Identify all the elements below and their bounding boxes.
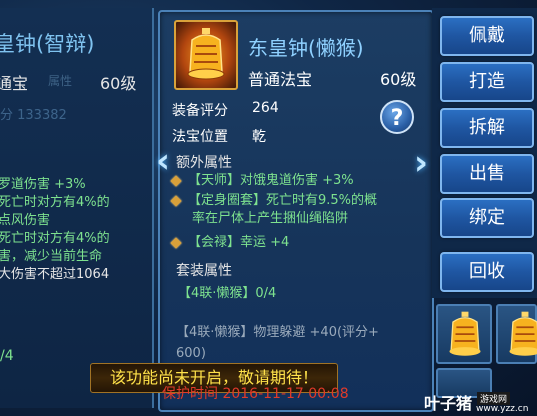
inventory-slot[interactable] (436, 304, 492, 364)
equip-button[interactable]: 佩戴 (440, 16, 534, 56)
extra-attr-title: 额外属性 (176, 155, 232, 171)
dismantle-button[interactable]: 拆解 (440, 108, 534, 148)
site-watermark: 叶子猪 游戏网 www.yzz.cn (424, 392, 537, 416)
watermark-url: www.yzz.cn (476, 404, 529, 414)
diamond-icon (170, 194, 182, 207)
sell-button[interactable]: 出售 (440, 154, 534, 194)
compare-item-name: 皇钟(智辩) (0, 32, 95, 56)
compare-item-panel: 皇钟(智辩) 属性 通宝 60级 分 133382 罗道伤害 +3% 死亡时对方… (0, 8, 154, 408)
score-value: 264 (252, 100, 279, 116)
set-attr-title: 套装属性 (176, 263, 232, 279)
extra-attr-line: 【定身圈套】死亡时有9.5%的概 (170, 192, 428, 210)
item-detail-panel: 东皇钟(懒猴) 普通法宝 60级 装备评分 264 法宝位置 乾 ? 额外属性 … (158, 10, 434, 412)
protect-time: 保护时间 2016-11-17 00:08 (162, 386, 349, 402)
compare-attr-faded: 属性 (48, 74, 73, 88)
item-type: 普通法宝 (248, 70, 313, 89)
extra-attr-line: 【天师】对饿鬼道伤害 +3% (170, 172, 428, 190)
help-button[interactable]: ? (380, 100, 414, 134)
compare-item-type: 通宝 (0, 74, 29, 93)
extra-attr-line: 【会禄】幸运 +4 (170, 234, 428, 252)
compare-attr-list: 罗道伤害 +3% 死亡时对方有4%的 点风伤害 死亡时对方有4%的 害，减少当前… (0, 176, 148, 284)
diamond-icon (170, 236, 182, 249)
prev-item-arrow-icon[interactable]: ‹ (156, 144, 176, 180)
recycle-button[interactable]: 回收 (440, 252, 534, 292)
compare-set-progress: /4 (0, 348, 14, 364)
compare-attr-line: 死亡时对方有4%的 (0, 231, 110, 246)
bell-icon (187, 28, 225, 80)
compare-attr-line: 罗道伤害 +3% (0, 177, 86, 192)
compare-attr-line: 点风伤害 (0, 213, 51, 228)
next-item-arrow-icon[interactable]: › (414, 146, 434, 182)
compare-item-score: 分 133382 (0, 108, 67, 123)
bind-button[interactable]: 绑定 (440, 198, 534, 238)
bell-icon (449, 311, 481, 356)
compare-attr-line: 死亡时对方有4%的 (0, 195, 110, 210)
item-name: 东皇钟(懒猴) (248, 36, 364, 60)
position-value: 乾 (252, 129, 266, 145)
watermark-brand: 叶子猪 (424, 394, 473, 413)
item-icon-frame (174, 20, 238, 90)
position-label: 法宝位置 (172, 129, 228, 145)
extra-attr-line-cont: 率在尸体上产生捆仙绳陷阱 (192, 211, 349, 226)
compare-attr-line: 害，减少当前生命 (0, 249, 103, 264)
forge-button[interactable]: 打造 (440, 62, 534, 102)
inventory-slot[interactable] (496, 304, 537, 364)
set-progress: 【4联·懒猴】0/4 (178, 286, 277, 301)
compare-attr-line: 大伤害不超过1064 (0, 267, 110, 282)
bell-icon (509, 311, 537, 356)
compare-item-level: 60级 (100, 74, 137, 93)
item-level: 60级 (380, 70, 417, 89)
set-detail: 【4联·懒猴】物理躲避 +40(评分+ 600) (176, 325, 379, 361)
score-label: 装备评分 (172, 103, 228, 119)
